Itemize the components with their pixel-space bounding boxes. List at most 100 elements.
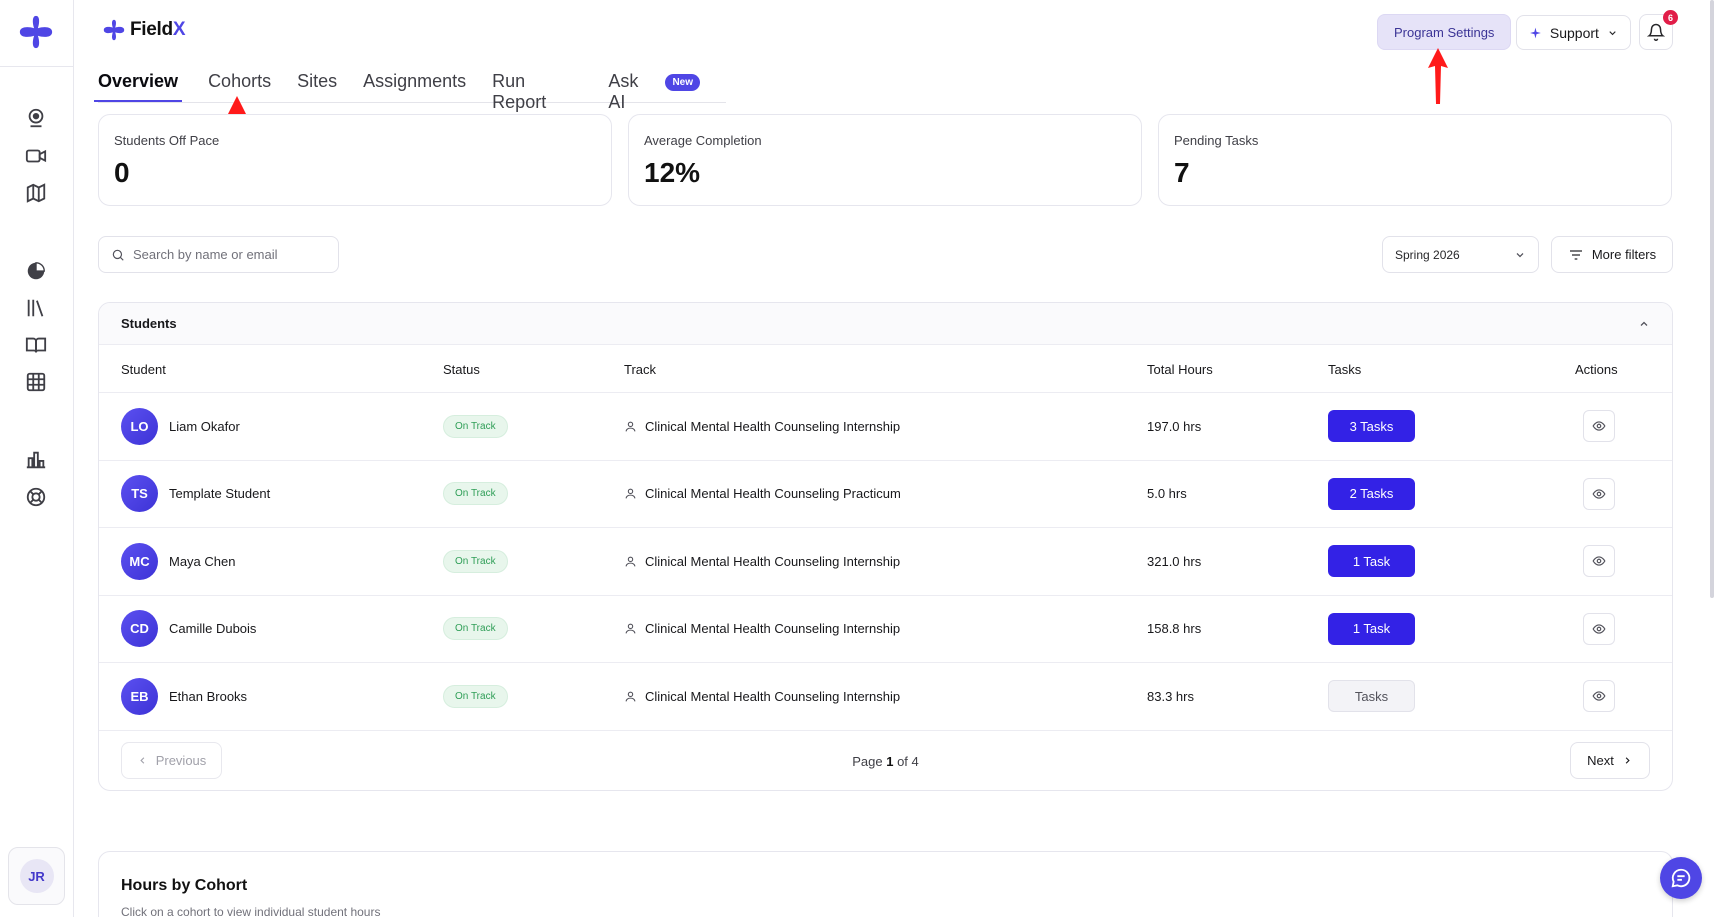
tasks-button[interactable]: Tasks: [1328, 680, 1415, 713]
term-select[interactable]: Spring 2026: [1382, 236, 1539, 273]
column-header-status: Status: [443, 362, 480, 377]
eye-icon: [1592, 489, 1606, 499]
sparkle-icon: [1530, 27, 1541, 38]
lifebuoy-icon[interactable]: [24, 485, 48, 509]
chevron-down-icon: [1609, 30, 1616, 35]
page-indicator: Page 1 of 4: [852, 753, 919, 769]
next-page-button[interactable]: Next: [1570, 741, 1650, 779]
status-badge: On Track: [443, 684, 508, 708]
more-filters-label: More filters: [1591, 247, 1657, 262]
track-name: Clinical Mental Health Counseling Practi…: [645, 486, 901, 502]
total-hours: 83.3 hrs: [1147, 688, 1194, 704]
stat-value: 7: [1174, 157, 1190, 188]
status-badge: On Track: [443, 617, 508, 641]
chevron-down-icon: [1516, 252, 1524, 257]
user-icon: [624, 622, 637, 635]
total-hours: 321.0 hrs: [1147, 553, 1202, 569]
student-name[interactable]: Template Student: [169, 486, 270, 501]
view-button[interactable]: [1583, 410, 1615, 443]
map-icon[interactable]: [24, 181, 48, 205]
tasks-button[interactable]: 3 Tasks: [1328, 410, 1415, 443]
stat-card-pending-tasks: Pending Tasks 7: [1158, 114, 1672, 206]
user-menu[interactable]: JR: [8, 847, 65, 905]
rail-divider: [0, 66, 74, 67]
left-rail: JR: [0, 0, 74, 917]
total-hours: 5.0 hrs: [1147, 486, 1187, 502]
notification-count-badge: 6: [1663, 10, 1678, 25]
filter-icon: [1569, 249, 1582, 260]
avatar: JR: [19, 859, 54, 893]
track-name: Clinical Mental Health Counseling Intern…: [645, 418, 901, 434]
more-filters-button[interactable]: More filters: [1551, 236, 1673, 273]
user-icon: [624, 420, 637, 433]
tab-sites[interactable]: Sites: [297, 66, 337, 102]
tab-ask-ai[interactable]: Ask AI New: [608, 66, 700, 112]
support-dropdown[interactable]: Support: [1516, 15, 1631, 50]
student-name[interactable]: Camille Dubois: [169, 621, 256, 636]
stat-label: Average Completion: [644, 133, 762, 148]
status-badge: On Track: [443, 549, 508, 573]
avatar: CD: [121, 610, 158, 648]
table-row[interactable]: MC Maya Chen On Track Clinical Mental Hea…: [99, 528, 1672, 596]
column-header-total-hours: Total Hours: [1147, 362, 1213, 377]
stat-card-students-off-pace: Students Off Pace 0: [98, 114, 612, 206]
column-header-track: Track: [624, 362, 657, 377]
tab-bar: Overview Cohorts Sites Assignments Run R…: [94, 66, 726, 112]
tab-run-report[interactable]: Run Report: [492, 66, 582, 112]
tasks-button[interactable]: 2 Tasks: [1328, 477, 1415, 510]
user-icon: [624, 690, 637, 703]
library-icon[interactable]: [24, 296, 48, 320]
table-row[interactable]: CD Camille Dubois On Track Clinical Menta…: [99, 596, 1672, 663]
brand-name: FieldX: [130, 19, 186, 40]
track-name: Clinical Mental Health Counseling Intern…: [645, 553, 901, 569]
table-row[interactable]: EB Ethan Brooks On Track Clinical Mental …: [99, 663, 1672, 731]
table-header: Student Status Track Total Hours Tasks A…: [99, 345, 1672, 393]
status-badge: On Track: [443, 482, 508, 506]
chevron-right-icon: [1625, 756, 1630, 764]
chat-icon: [1671, 868, 1691, 888]
students-panel-header[interactable]: Students: [99, 303, 1672, 345]
student-name[interactable]: Liam Okafor: [169, 419, 240, 434]
table-row[interactable]: LO Liam Okafor On Track Clinical Mental H…: [99, 393, 1672, 461]
pie-chart-icon[interactable]: [24, 259, 48, 283]
view-button[interactable]: [1583, 612, 1615, 645]
eye-icon: [1592, 691, 1606, 701]
stat-label: Students Off Pace: [114, 133, 220, 148]
user-icon: [624, 555, 637, 568]
avatar: TS: [121, 475, 158, 513]
stat-label: Pending Tasks: [1174, 133, 1259, 148]
search-placeholder: Search by name or email: [133, 247, 278, 262]
table-row[interactable]: TS Template Student On Track Clinical Men…: [99, 461, 1672, 528]
column-header-actions: Actions: [1575, 362, 1618, 377]
book-icon[interactable]: [24, 333, 48, 357]
eye-icon: [1592, 421, 1606, 431]
chat-button[interactable]: [1660, 857, 1702, 899]
view-button[interactable]: [1583, 477, 1615, 510]
chevron-up-icon[interactable]: [1638, 318, 1650, 330]
webcam-icon[interactable]: [24, 106, 48, 130]
avatar: EB: [121, 677, 158, 715]
stat-card-average-completion: Average Completion 12%: [628, 114, 1142, 206]
view-button[interactable]: [1583, 680, 1615, 713]
notifications-button[interactable]: 6: [1639, 10, 1678, 50]
page-scrollbar[interactable]: [1710, 0, 1714, 598]
tasks-button[interactable]: 1 Task: [1328, 545, 1415, 578]
view-button[interactable]: [1583, 545, 1615, 578]
video-icon[interactable]: [24, 144, 48, 168]
annotation-arrow-program-settings: [1428, 48, 1448, 104]
grid-icon[interactable]: [24, 370, 48, 394]
student-name[interactable]: Ethan Brooks: [169, 689, 247, 704]
app-logo-icon[interactable]: [16, 12, 56, 52]
tab-assignments[interactable]: Assignments: [363, 66, 466, 102]
brand-logo[interactable]: FieldX: [102, 18, 186, 42]
bar-chart-icon[interactable]: [24, 448, 48, 472]
program-settings-button[interactable]: Program Settings: [1377, 14, 1512, 50]
tab-overview[interactable]: Overview: [94, 66, 183, 102]
stat-value: 12%: [644, 157, 701, 188]
eye-icon: [1592, 556, 1606, 566]
term-select-value: Spring 2026: [1395, 247, 1460, 262]
search-input[interactable]: Search by name or email: [98, 236, 339, 273]
tasks-button[interactable]: 1 Task: [1328, 612, 1415, 645]
students-panel-title: Students: [121, 316, 177, 331]
student-name[interactable]: Maya Chen: [169, 554, 235, 569]
